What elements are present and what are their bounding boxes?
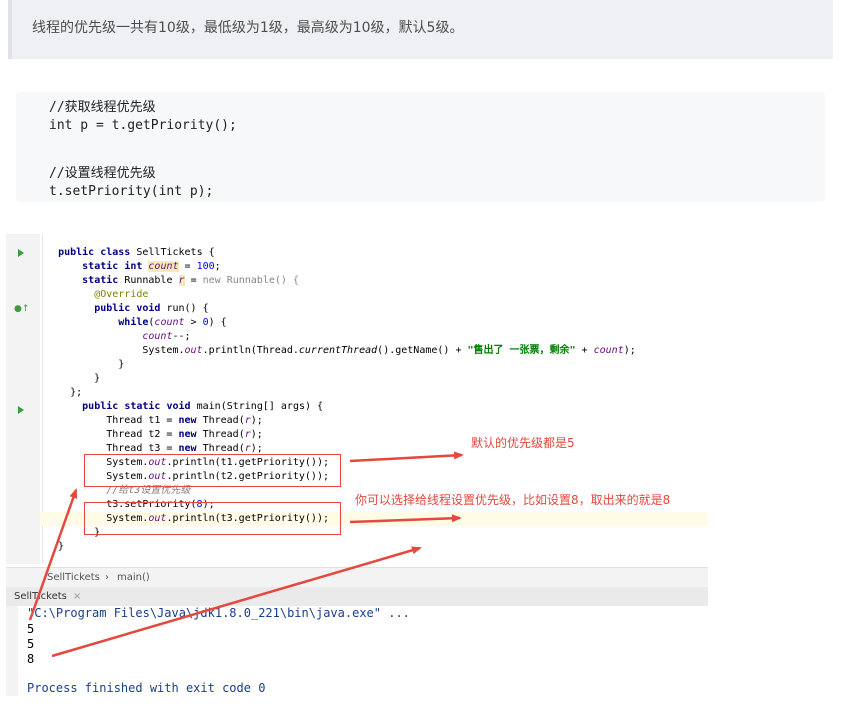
default-priority-callout: 默认的优先级都是5 bbox=[471, 436, 575, 450]
console-output-line: 5 bbox=[27, 637, 35, 651]
console-gutter bbox=[6, 606, 18, 696]
snippet-line: int p = t.getPriority(); bbox=[49, 118, 237, 133]
priority-note-text: 线程的优先级一共有10级，最低级为1级，最高级为10级，默认5级。 bbox=[32, 20, 464, 36]
run-tab-label: SellTickets bbox=[14, 591, 67, 602]
code-line: public void run() { bbox=[94, 303, 209, 314]
code-line: while(count > 0) { bbox=[118, 317, 227, 328]
run-class-icon[interactable] bbox=[18, 249, 24, 257]
code-line: }; bbox=[40, 387, 83, 398]
console-output-line: 8 bbox=[27, 652, 35, 666]
code-line: System.out.println(Thread.currentThread(… bbox=[40, 345, 636, 356]
priority-note: 线程的优先级一共有10级，最低级为1级，最高级为10级，默认5级。 bbox=[8, 0, 833, 59]
ide-screenshot: ●↑ public class SellTickets { static int… bbox=[6, 234, 708, 696]
code-line: } bbox=[40, 359, 125, 370]
default-priority-box bbox=[84, 454, 341, 487]
override-icon: ●↑ bbox=[14, 304, 30, 314]
breadcrumb-method[interactable]: main() bbox=[117, 568, 150, 588]
breadcrumb-class[interactable]: SellTickets bbox=[47, 568, 100, 588]
code-line: public class SellTickets { bbox=[58, 247, 215, 258]
console-output: "C:\Program Files\Java\jdk1.8.0_221\bin\… bbox=[6, 606, 708, 696]
console-output-line: 5 bbox=[27, 622, 35, 636]
editor-gutter bbox=[6, 234, 40, 564]
close-icon[interactable]: × bbox=[73, 591, 81, 602]
breadcrumb: SellTickets › main() bbox=[6, 567, 708, 588]
set-priority-box bbox=[84, 502, 341, 535]
code-line: Thread t1 = new Thread(r); bbox=[40, 415, 263, 426]
code-line: count--; bbox=[142, 331, 191, 342]
run-tab-selltickets[interactable]: SellTickets × bbox=[14, 587, 81, 606]
code-line: @Override bbox=[94, 289, 149, 300]
set-priority-callout: 你可以选择给线程设置优先级，比如设置8，取出来的就是8 bbox=[355, 493, 671, 507]
run-tab-bar: SellTickets × bbox=[6, 587, 708, 607]
breadcrumb-separator: › bbox=[105, 572, 109, 583]
code-line: static Runnable r = new Runnable() { bbox=[82, 275, 299, 286]
code-snippet: //获取线程优先级 int p = t.getPriority(); //设置线… bbox=[16, 92, 825, 202]
code-line: } bbox=[40, 541, 65, 552]
snippet-line: //获取线程优先级 bbox=[49, 100, 156, 115]
snippet-line: t.setPriority(int p); bbox=[49, 184, 214, 199]
snippet-line: //设置线程优先级 bbox=[49, 166, 156, 181]
code-line: static int count = 100; bbox=[82, 261, 221, 272]
run-main-icon[interactable] bbox=[18, 406, 24, 414]
console-exit-message: Process finished with exit code 0 bbox=[27, 681, 266, 695]
code-line: } bbox=[40, 373, 101, 384]
code-line: public static void main(String[] args) { bbox=[82, 401, 324, 412]
code-line: Thread t2 = new Thread(r); bbox=[40, 429, 263, 440]
console-command: "C:\Program Files\Java\jdk1.8.0_221\bin\… bbox=[27, 606, 410, 620]
